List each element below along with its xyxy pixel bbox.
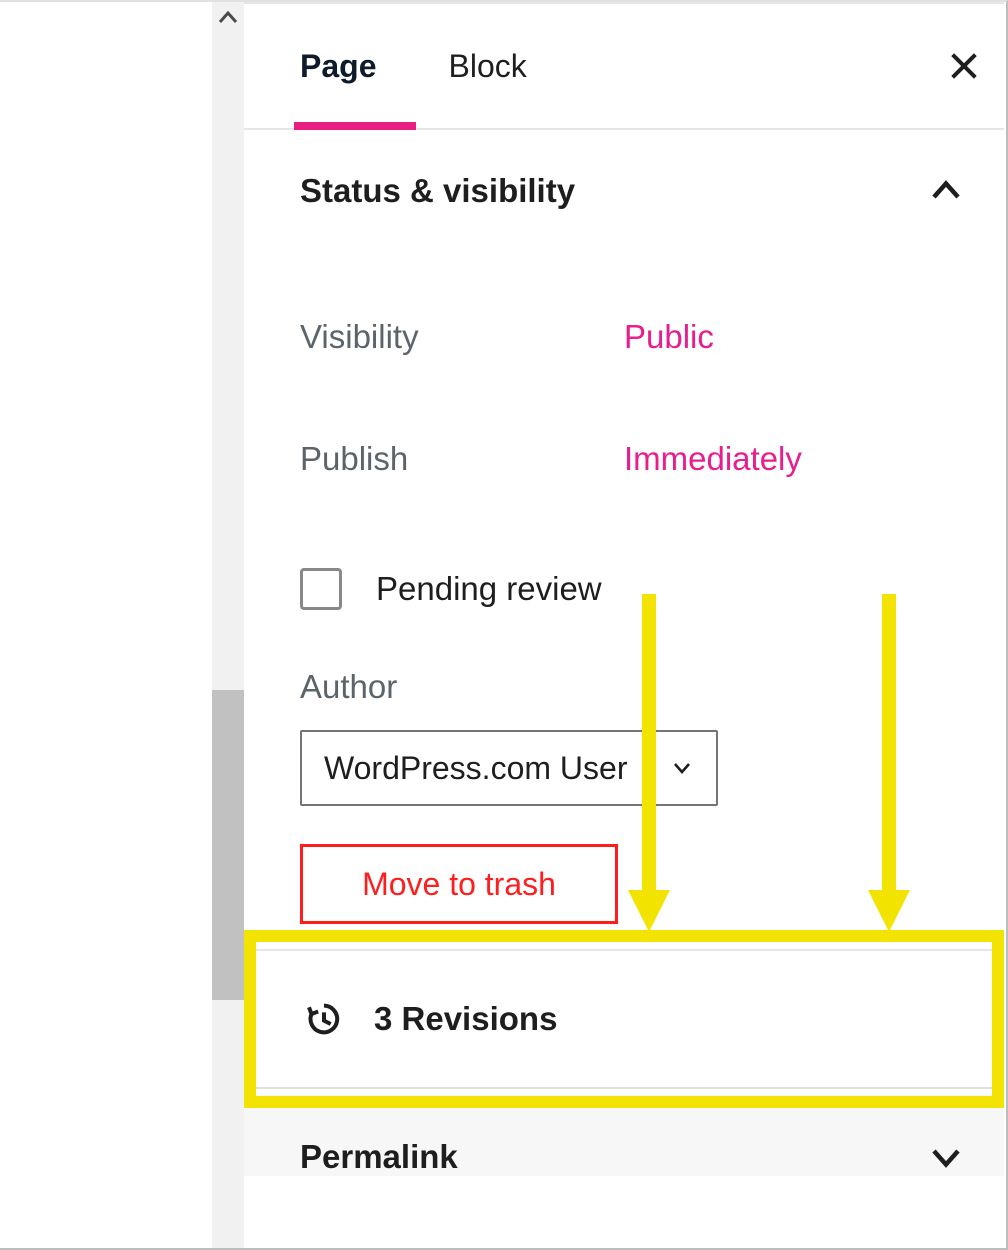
scrollbar-thumb[interactable]: [212, 690, 244, 1000]
pending-review-label: Pending review: [376, 570, 602, 608]
scrollbar[interactable]: [212, 2, 244, 1248]
active-tab-indicator: [294, 122, 416, 130]
visibility-label: Visibility: [300, 318, 624, 356]
pending-review-checkbox[interactable]: [300, 568, 342, 610]
revisions-button[interactable]: 3 Revisions: [244, 949, 1004, 1089]
pending-review-row: Pending review: [244, 478, 1004, 610]
chevron-down-icon: [670, 756, 694, 780]
close-icon: [947, 49, 981, 83]
visibility-row: Visibility Public: [244, 210, 1004, 356]
visibility-value-button[interactable]: Public: [624, 318, 714, 356]
scroll-up-icon[interactable]: [212, 2, 244, 32]
revisions-label: 3 Revisions: [374, 1000, 557, 1038]
publish-label: Publish: [300, 440, 624, 478]
author-select[interactable]: WordPress.com User: [300, 730, 718, 806]
permalink-title: Permalink: [300, 1138, 458, 1176]
chevron-down-icon: [928, 1139, 964, 1175]
close-settings-button[interactable]: [938, 40, 990, 92]
author-label: Author: [244, 610, 1004, 706]
tab-page[interactable]: Page: [244, 3, 412, 129]
tab-block[interactable]: Block: [412, 3, 562, 129]
status-visibility-section-toggle[interactable]: Status & visibility: [244, 130, 1004, 210]
chevron-up-icon: [928, 173, 964, 209]
settings-tabs: Page Block: [244, 4, 1004, 130]
publish-row: Publish Immediately: [244, 356, 1004, 478]
move-to-trash-button[interactable]: Move to trash: [300, 844, 618, 924]
settings-sidebar: Page Block Status & visibility Visibilit…: [244, 2, 1004, 1246]
permalink-section-toggle[interactable]: Permalink: [244, 1094, 1004, 1176]
publish-value-button[interactable]: Immediately: [624, 440, 802, 478]
history-icon: [304, 999, 344, 1039]
status-visibility-title: Status & visibility: [300, 172, 575, 210]
author-select-value: WordPress.com User: [324, 750, 627, 787]
